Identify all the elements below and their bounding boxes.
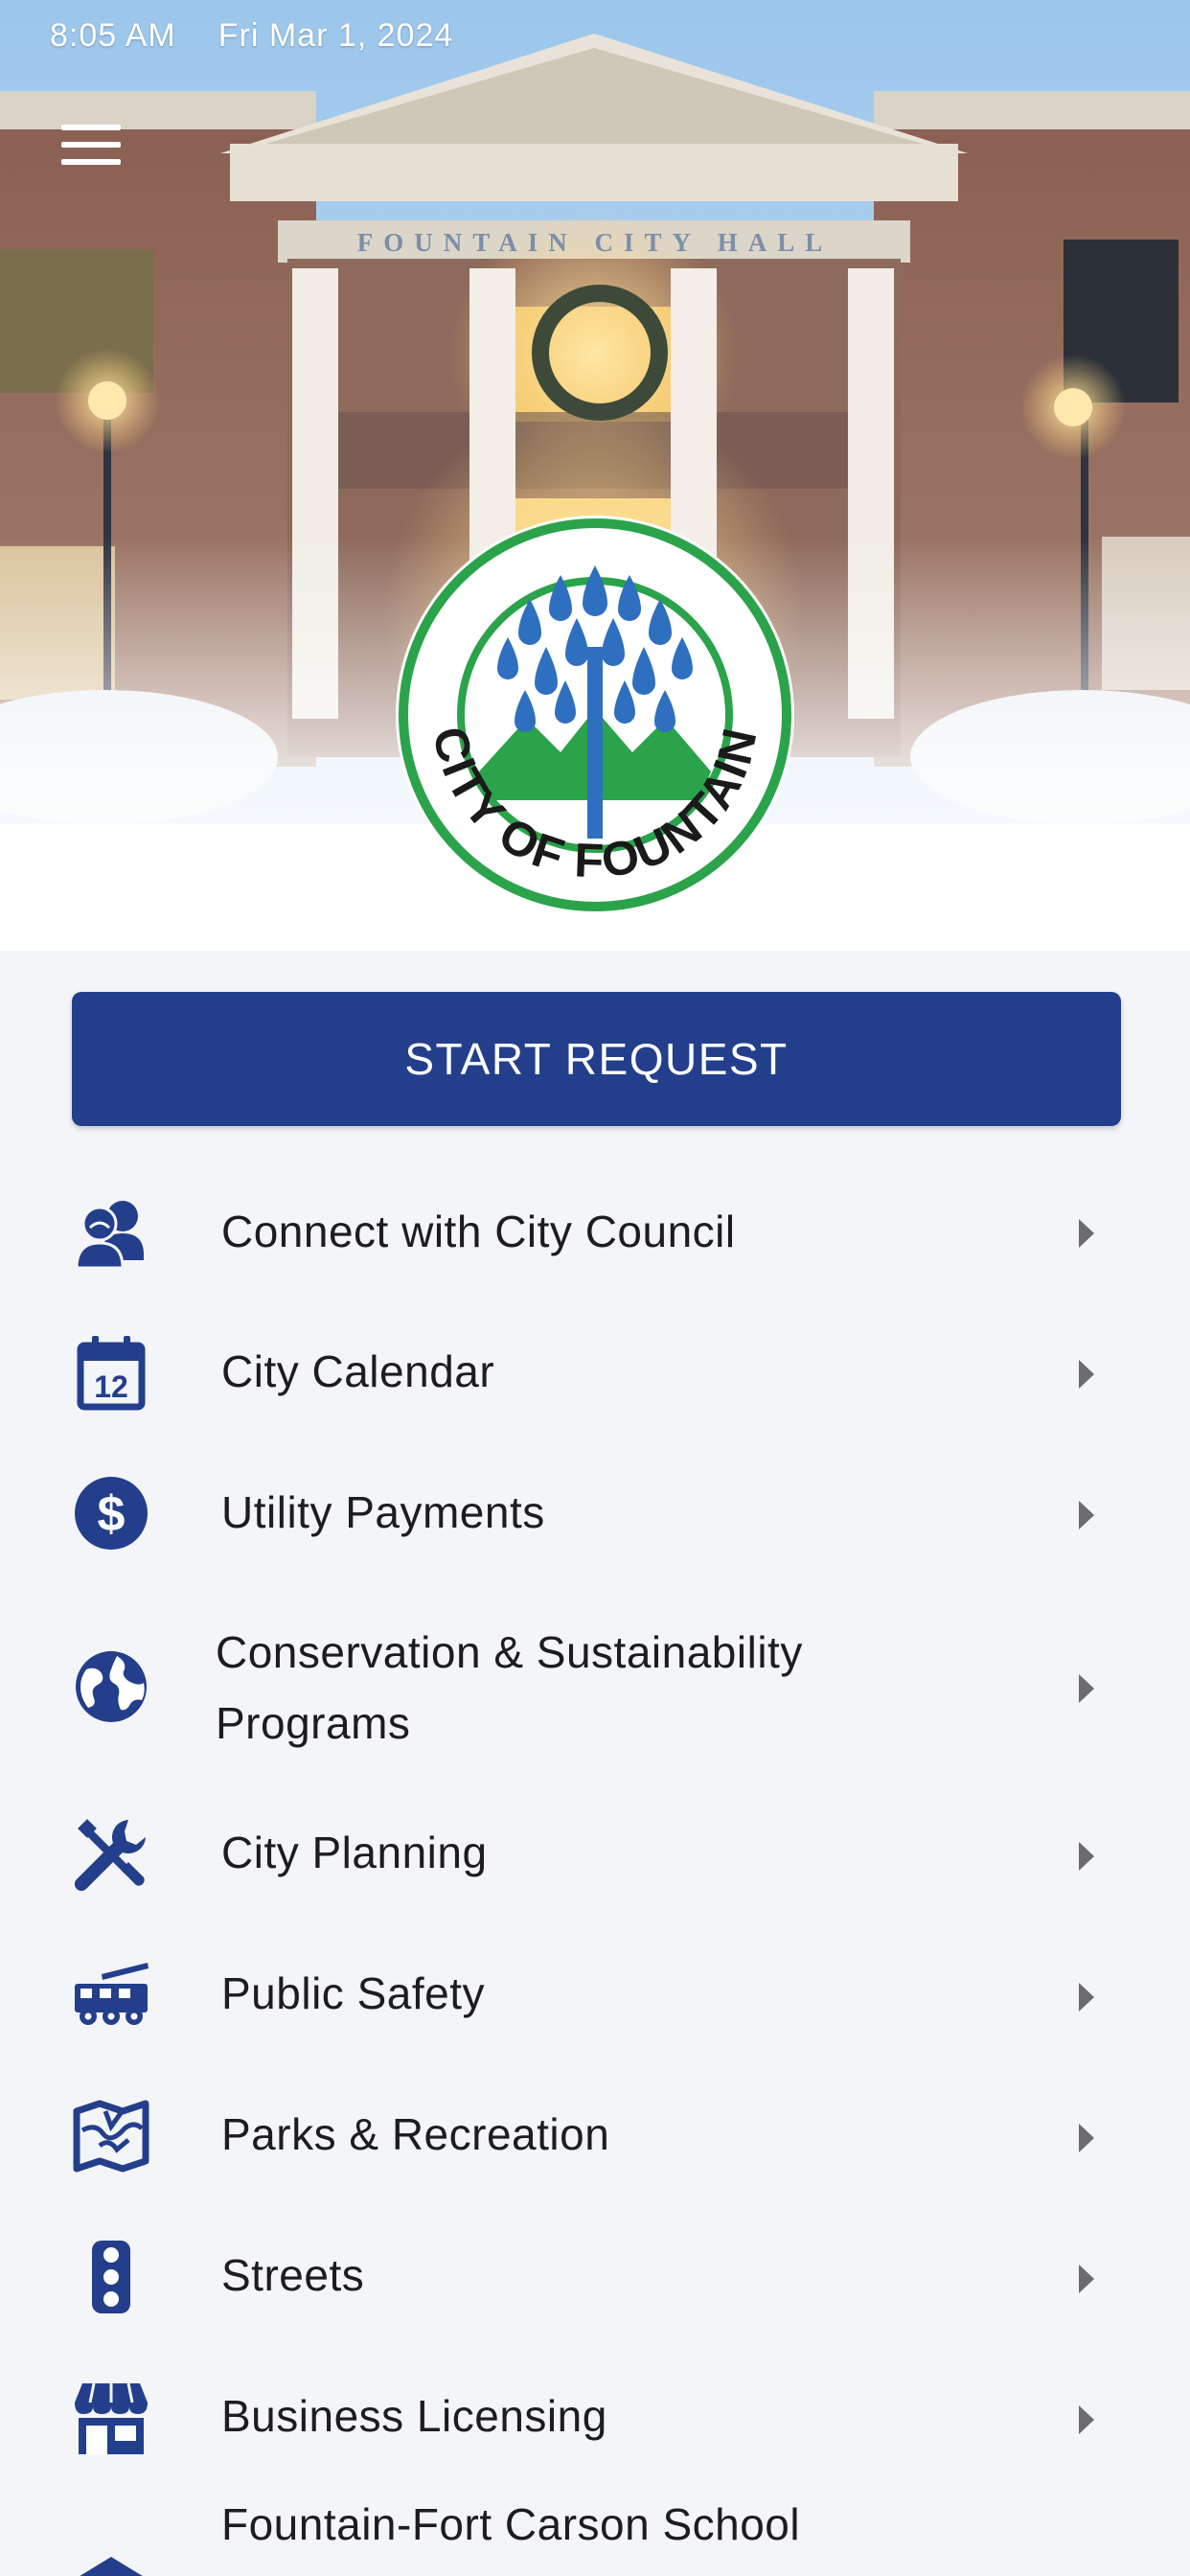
menu-item-label: Programs xyxy=(216,1698,411,1748)
tools-icon xyxy=(74,1819,146,1892)
status-bar: 8:05 AM Fri Mar 1, 2024 xyxy=(50,13,453,58)
svg-text:12: 12 xyxy=(94,1369,128,1404)
menu-item-label: City Calendar xyxy=(221,1346,495,1396)
chevron-right-icon xyxy=(1079,1983,1094,2012)
chevron-right-icon xyxy=(1079,1674,1094,1703)
menu-item-city-council[interactable]: Connect with City Council xyxy=(0,1164,1190,1299)
chevron-right-icon xyxy=(1079,2124,1094,2152)
building-sign: FOUNTAIN CITY HALL xyxy=(356,228,834,257)
menu-item-label: Streets xyxy=(221,2250,365,2300)
hero-banner: FOUNTAIN CITY HALL 8:05 AM Fri Mar 1, 20… xyxy=(0,0,1190,951)
fire-truck-icon xyxy=(75,1963,149,2025)
dollar-icon: $ xyxy=(75,1477,148,1550)
calendar-icon: 12 xyxy=(77,1336,146,1411)
menu-item-utility-payments[interactable]: $ Utility Payments xyxy=(0,1446,1190,1580)
menu-item-label: City Planning xyxy=(221,1828,488,1877)
status-date: Fri Mar 1, 2024 xyxy=(217,16,454,54)
menu-item-city-calendar[interactable]: 12 City Calendar xyxy=(0,1305,1190,1439)
school-icon xyxy=(80,2557,143,2576)
menu-item-label: Utility Payments xyxy=(221,1487,545,1537)
menu-item-city-planning[interactable]: City Planning xyxy=(0,1787,1190,1921)
chevron-right-icon xyxy=(1079,1219,1094,1248)
chevron-right-icon xyxy=(1079,2405,1094,2434)
menu-bar-line xyxy=(61,159,121,165)
traffic-light-icon xyxy=(92,2241,130,2313)
map-icon xyxy=(73,2100,149,2173)
menu-bar-line xyxy=(61,125,121,130)
city-of-fountain-logo: CITY OF FOUNTAIN xyxy=(396,516,794,914)
hamburger-menu-button[interactable] xyxy=(54,117,130,174)
menu-item-business-licensing[interactable]: Business Licensing xyxy=(0,2351,1190,2485)
menu-item-label: Conservation & Sustainability xyxy=(216,1627,803,1677)
menu-item-public-safety[interactable]: Public Safety xyxy=(0,1928,1190,2062)
store-icon xyxy=(75,2382,148,2454)
globe-icon xyxy=(76,1651,147,1722)
chevron-right-icon xyxy=(1079,1360,1094,1389)
menu-item-label: Connect with City Council xyxy=(221,1207,736,1256)
menu-item-streets[interactable]: Streets xyxy=(0,2210,1190,2344)
chevron-right-icon xyxy=(1079,1501,1094,1530)
menu-item-label: Public Safety xyxy=(221,1968,485,2018)
chevron-right-icon xyxy=(1079,2265,1094,2293)
menu-item-parks-recreation[interactable]: Parks & Recreation xyxy=(0,2069,1190,2203)
menu-bar-line xyxy=(61,142,121,148)
menu-item-label: Parks & Recreation xyxy=(221,2109,610,2159)
menu-item-school-district[interactable]: Fountain-Fort Carson School xyxy=(0,2492,1190,2576)
chevron-right-icon xyxy=(1079,1842,1094,1871)
menu-item-conservation[interactable]: Conservation & Sustainability Programs xyxy=(0,1587,1190,1788)
svg-text:$: $ xyxy=(98,1486,126,1542)
menu-item-label: Fountain-Fort Carson School xyxy=(221,2499,801,2549)
menu-item-label: Business Licensing xyxy=(221,2391,607,2441)
people-icon xyxy=(75,1201,144,1270)
status-time: 8:05 AM xyxy=(50,16,176,54)
start-request-button[interactable]: START REQUEST xyxy=(72,992,1121,1126)
